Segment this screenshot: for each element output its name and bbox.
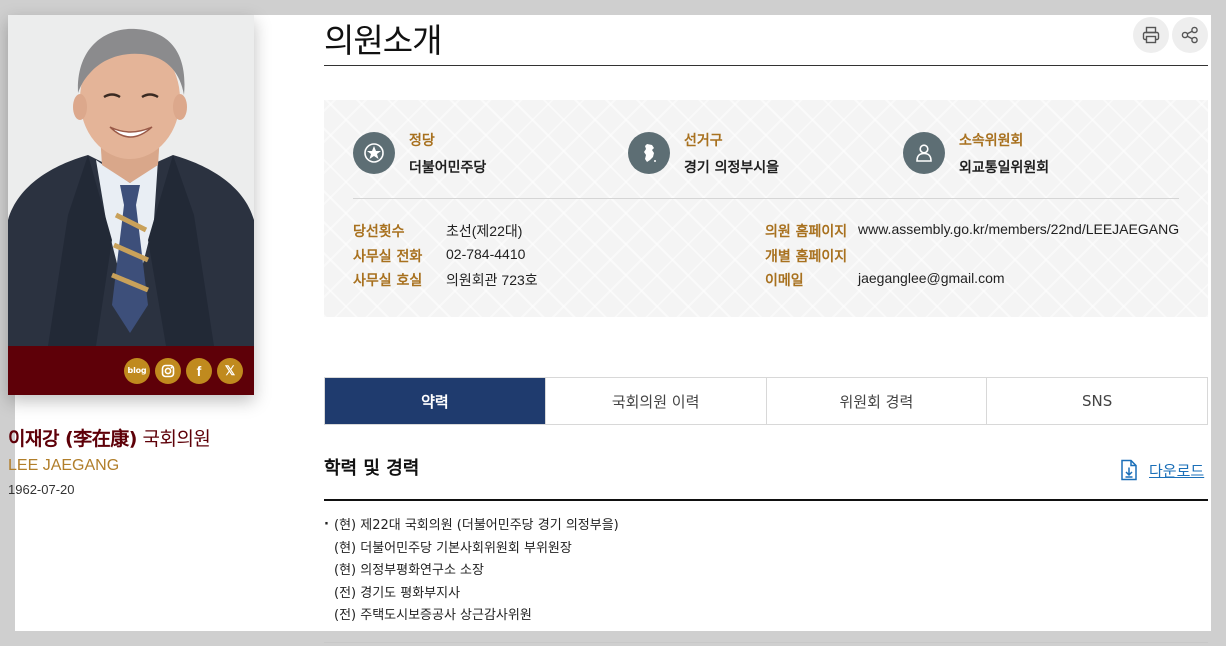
profile-tabs: 약력 국회의원 이력 위원회 경력 SNS bbox=[324, 377, 1208, 425]
party-value: 더불어민주당 bbox=[409, 160, 487, 176]
party-emblem-icon bbox=[353, 132, 395, 174]
member-birth-date: 1962-07-20 bbox=[8, 482, 75, 497]
detail-value: 의원회관 723호 bbox=[446, 272, 538, 288]
print-icon bbox=[1142, 26, 1160, 44]
member-name-main: 이재강 (李在康) bbox=[8, 428, 137, 450]
download-label: 다운로드 bbox=[1149, 461, 1205, 480]
email-link[interactable]: jaeganglee@gmail.com bbox=[858, 270, 1005, 290]
print-button[interactable] bbox=[1133, 17, 1169, 53]
detail-key: 사무실 전화 bbox=[353, 249, 423, 265]
detail-key: 사무실 호실 bbox=[353, 273, 423, 289]
member-info-box: 정당 더불어민주당 선거구 경기 의정부시을 소속위원회 외교통일위원회 당선횟… bbox=[324, 100, 1208, 317]
district-value: 경기 의정부시을 bbox=[684, 160, 780, 176]
detail-row-office-room: 사무실 호실 의원회관 723호 bbox=[353, 270, 538, 290]
page-title: 의원소개 bbox=[324, 21, 442, 60]
profile-card: blog f 𝕏 bbox=[8, 15, 254, 395]
party-label: 정당 bbox=[409, 133, 435, 149]
list-item: (전) 경기도 평화부지사 bbox=[334, 585, 461, 601]
info-divider bbox=[353, 198, 1179, 199]
district-label: 선거구 bbox=[684, 133, 723, 149]
detail-value: 초선(제22대) bbox=[446, 223, 523, 239]
list-item: (전) 주택도시보증공사 상근감사위원 bbox=[334, 608, 532, 623]
district-info: 선거구 경기 의정부시을 bbox=[628, 130, 779, 177]
detail-key: 의원 홈페이지 bbox=[765, 224, 848, 240]
share-icon bbox=[1181, 26, 1198, 44]
tab-assembly-history[interactable]: 국회의원 이력 bbox=[544, 378, 766, 424]
detail-key: 당선횟수 bbox=[353, 224, 405, 240]
tab-committee-career[interactable]: 위원회 경력 bbox=[765, 378, 987, 424]
detail-row-terms: 당선횟수 초선(제22대) bbox=[353, 221, 522, 241]
share-button[interactable] bbox=[1172, 17, 1208, 53]
detail-value: 02-784-4410 bbox=[446, 246, 526, 262]
homepage-link[interactable]: www.assembly.go.kr/members/22nd/LEEJAEGA… bbox=[858, 221, 1179, 241]
download-file-icon bbox=[1121, 459, 1137, 481]
korea-map-icon bbox=[628, 132, 670, 174]
member-english-name: LEE JAEGANG bbox=[8, 457, 120, 474]
detail-row-personal-homepage: 개별 홈페이지 bbox=[765, 246, 858, 266]
detail-key: 개별 홈페이지 bbox=[765, 249, 848, 265]
instagram-icon[interactable] bbox=[155, 357, 181, 384]
list-item: (현) 제22대 국회의원 (더불어민주당 경기 의정부을) bbox=[324, 516, 619, 540]
detail-key: 이메일 bbox=[765, 273, 804, 289]
tab-biography[interactable]: 약력 bbox=[325, 378, 545, 424]
detail-row-email: 이메일 jaeganglee@gmail.com bbox=[765, 270, 1005, 290]
bottom-divider bbox=[324, 642, 1208, 643]
info-summary: 정당 더불어민주당 선거구 경기 의정부시을 소속위원회 외교통일위원회 bbox=[353, 130, 1183, 190]
career-list: (현) 제22대 국회의원 (더불어민주당 경기 의정부을) (현) 더불어민주… bbox=[324, 516, 619, 630]
section-divider bbox=[324, 499, 1208, 501]
download-button[interactable]: 다운로드 bbox=[1119, 459, 1204, 481]
section-title: 학력 및 경력 bbox=[324, 458, 420, 479]
list-item: (현) 더불어민주당 기본사회위원회 부위원장 bbox=[334, 540, 572, 556]
member-name: 이재강 (李在康) 국회의원 bbox=[8, 424, 211, 451]
blog-icon[interactable]: blog bbox=[124, 357, 150, 384]
facebook-icon[interactable]: f bbox=[186, 357, 212, 384]
committee-label: 소속위원회 bbox=[959, 133, 1024, 149]
committee-value: 외교통일위원회 bbox=[959, 160, 1050, 176]
member-title: 국회의원 bbox=[142, 428, 211, 450]
detail-row-office-phone: 사무실 전화 02-784-4410 bbox=[353, 246, 525, 266]
party-info: 정당 더불어민주당 bbox=[353, 130, 486, 177]
committee-info: 소속위원회 외교통일위원회 bbox=[903, 130, 1049, 177]
list-item: (현) 의정부평화연구소 소장 bbox=[334, 563, 484, 578]
social-bar: blog f 𝕏 bbox=[8, 346, 254, 395]
detail-row-homepage: 의원 홈페이지 www.assembly.go.kr/members/22nd/… bbox=[765, 221, 1179, 241]
title-divider bbox=[324, 65, 1208, 66]
x-twitter-icon[interactable]: 𝕏 bbox=[217, 357, 243, 384]
profile-photo bbox=[8, 15, 254, 346]
person-icon bbox=[903, 132, 945, 174]
tab-sns[interactable]: SNS bbox=[986, 378, 1207, 424]
